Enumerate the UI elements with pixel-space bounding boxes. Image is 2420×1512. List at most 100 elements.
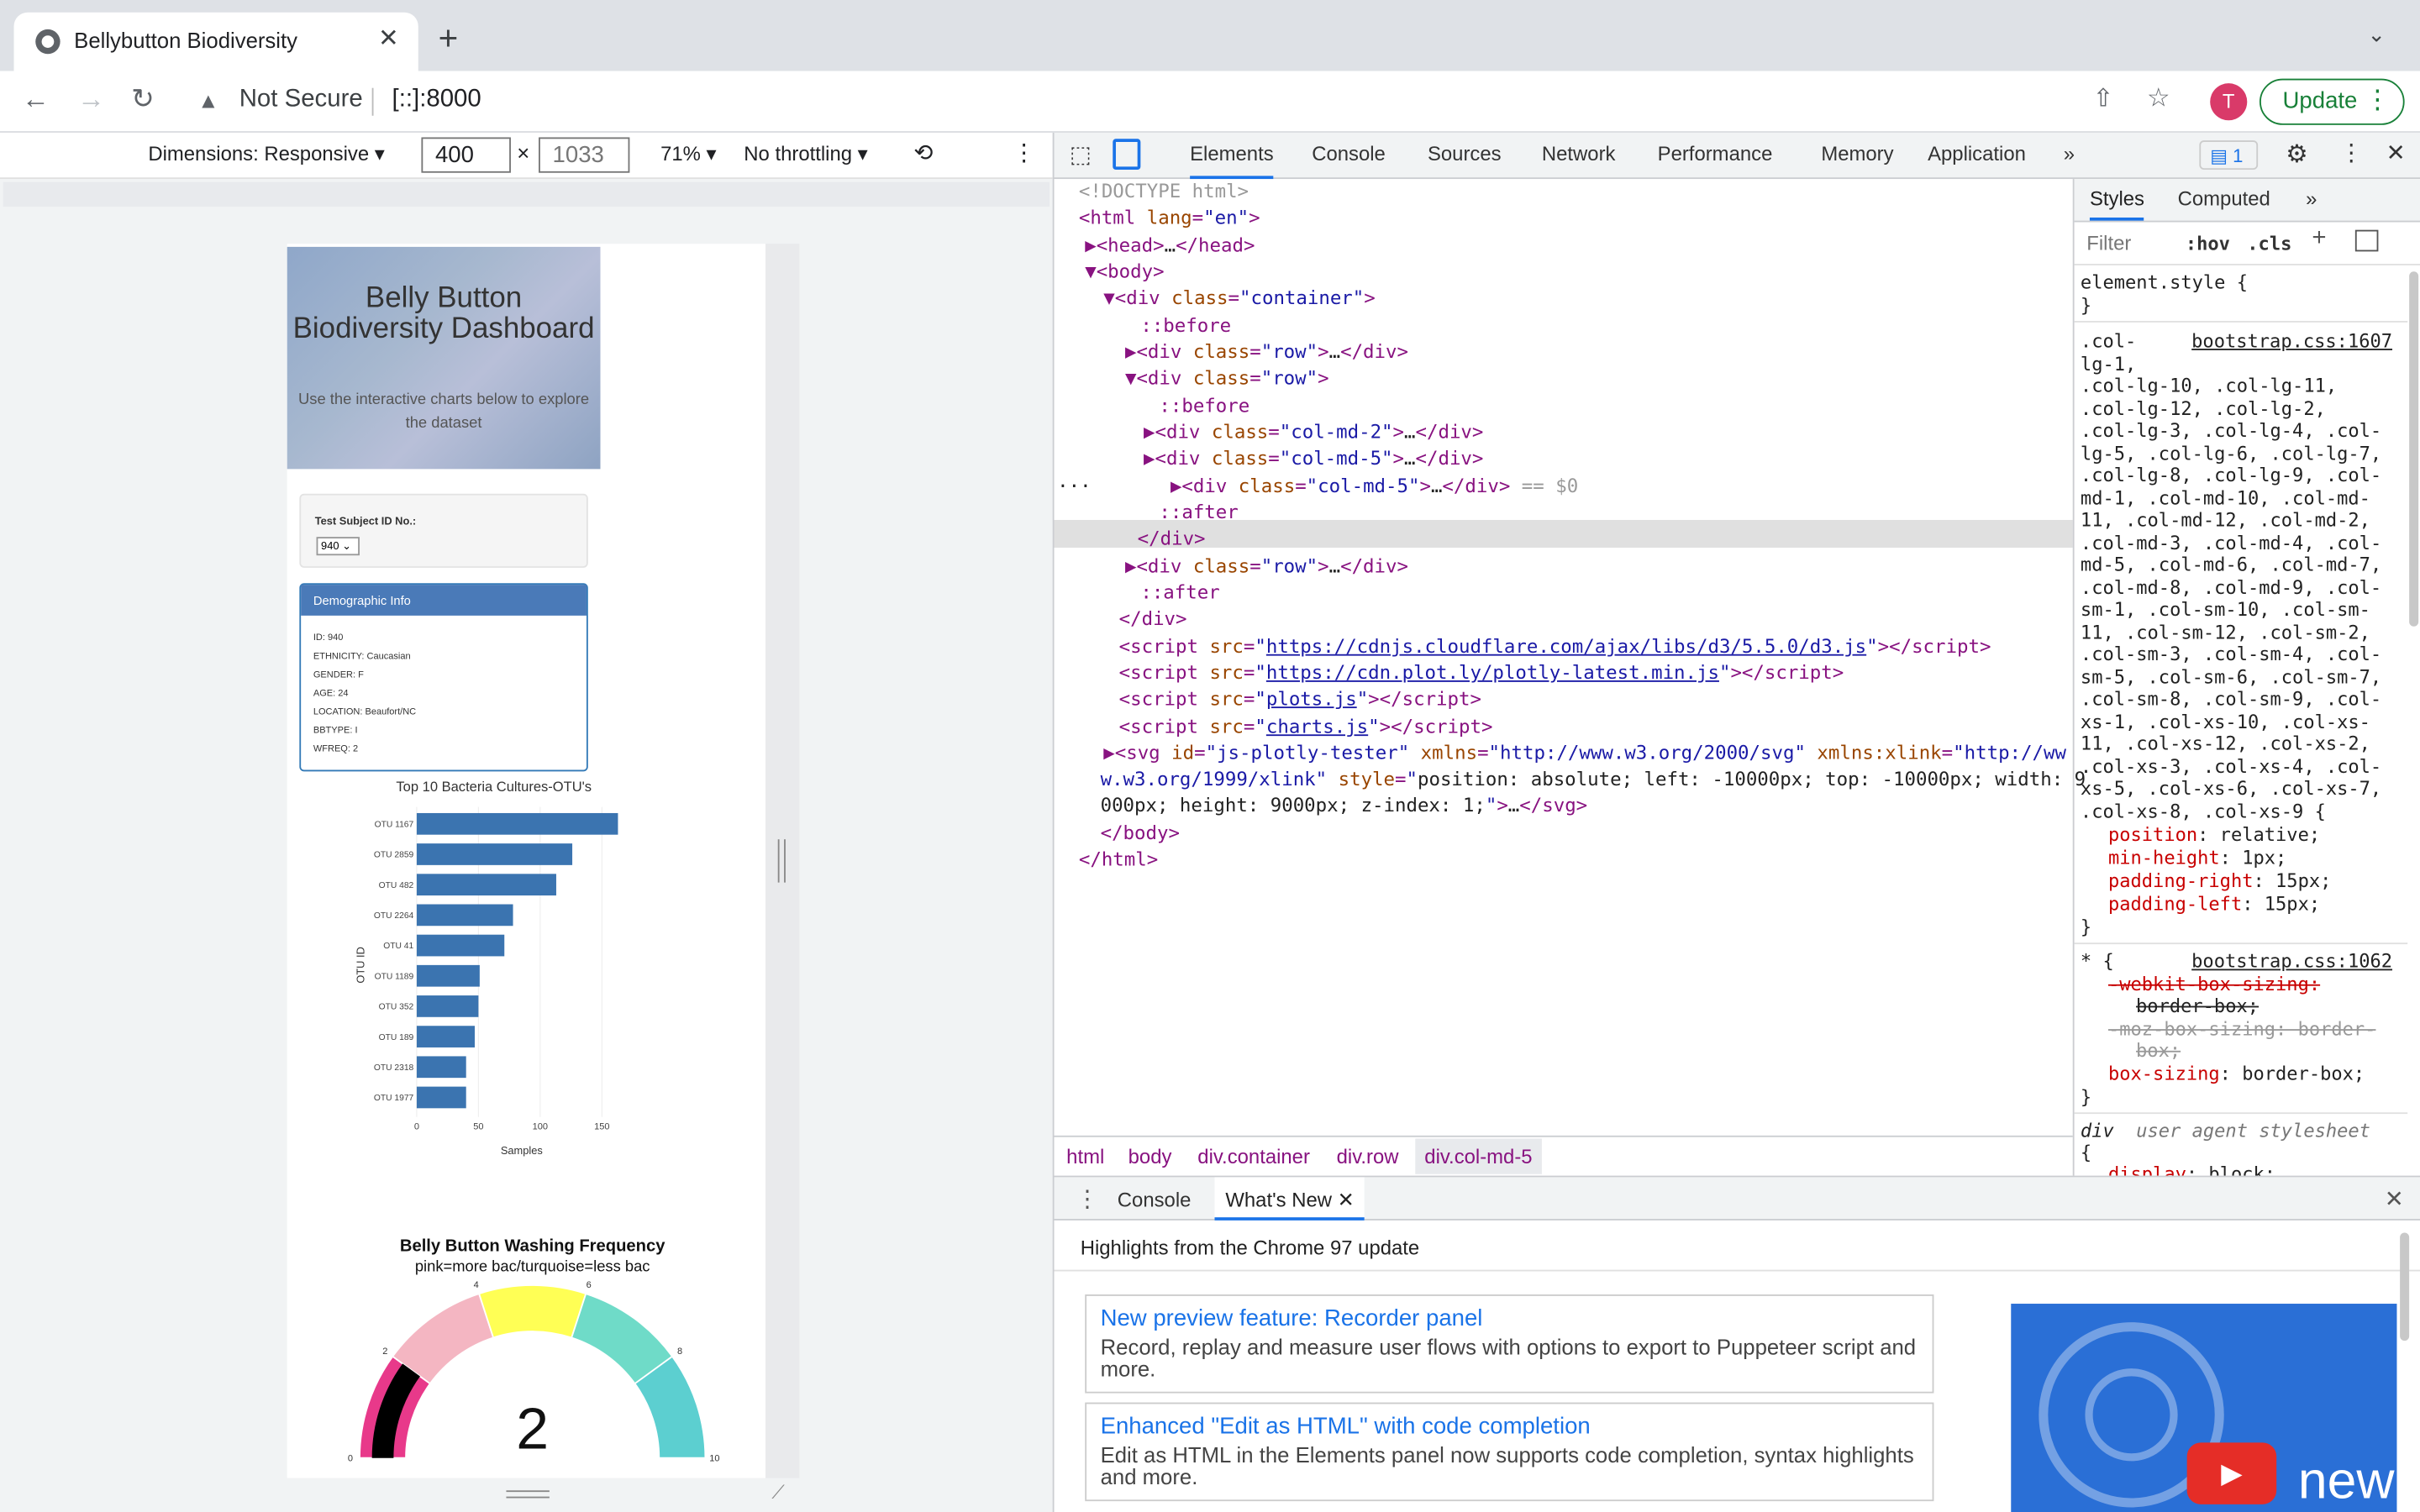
gauge-chart: Belly Button Washing Frequencypink=more … — [348, 1237, 720, 1464]
dom-line[interactable]: <script src="charts.js"></script> — [1119, 714, 1493, 741]
drawer-menu-icon[interactable]: ⋮ — [1076, 1185, 1099, 1212]
back-icon[interactable]: ← — [22, 83, 50, 116]
filter-input[interactable]: Filter — [2086, 232, 2131, 255]
dom-line[interactable]: w.w3.org/1999/xlink" style="position: ab… — [1101, 767, 2086, 794]
dom-line[interactable]: ::after — [1159, 500, 1238, 527]
device-toggle-icon[interactable] — [1113, 139, 1141, 171]
style-line: position: relative; — [2107, 823, 2321, 846]
tab-console[interactable]: Console — [1312, 142, 1386, 165]
drawer-tab-console[interactable]: Console — [1118, 1188, 1192, 1211]
card-title[interactable]: Enhanced "Edit as HTML" with code comple… — [1101, 1413, 1591, 1439]
tab-search-chevron-icon[interactable]: ⌄ — [2368, 22, 2386, 48]
drawer-tab-whats-new[interactable]: What's New ✕ — [1214, 1177, 1365, 1221]
feature-card[interactable]: Enhanced "Edit as HTML" with code comple… — [1085, 1402, 1934, 1502]
tab-application[interactable]: Application — [1928, 142, 2026, 165]
issues-badge[interactable]: ▤ 1 — [2199, 140, 2259, 171]
breadcrumb-item[interactable]: html — [1066, 1145, 1104, 1168]
style-rules[interactable]: element.style { } .col- bootstrap.css:16… — [2074, 269, 2408, 1176]
close-drawer-icon[interactable]: ✕ — [2385, 1185, 2404, 1212]
stylesheet-link[interactable]: bootstrap.css:1062 — [2191, 950, 2392, 973]
gear-icon[interactable]: ⚙ — [2286, 139, 2307, 170]
selector-well: Test Subject ID No.: 940 ⌄ — [299, 493, 588, 568]
devtools-menu-icon[interactable]: ⋮ — [2339, 139, 2363, 166]
update-button[interactable]: Update ⋮ — [2259, 78, 2405, 125]
dom-line[interactable]: ▼<div class="row"> — [1125, 365, 1329, 392]
address-bar[interactable]: [::]:8000 — [392, 87, 481, 114]
dom-line[interactable]: ::after — [1140, 580, 1219, 607]
tab-performance[interactable]: Performance — [1658, 142, 1773, 165]
dom-line[interactable]: ▶<div class="row">…</div> — [1125, 339, 1408, 366]
new-tab-button[interactable]: + — [439, 18, 459, 59]
media-query-ruler[interactable] — [3, 181, 1050, 207]
dom-line[interactable]: </div> — [1119, 606, 1187, 633]
play-icon[interactable]: ▶ — [2186, 1442, 2277, 1504]
dom-line[interactable]: <script src="https://cdnjs.cloudflare.co… — [1119, 634, 1991, 661]
breadcrumb-item[interactable]: div.container — [1197, 1145, 1310, 1168]
tab-memory[interactable]: Memory — [1821, 142, 1893, 165]
dom-line[interactable]: ::before — [1140, 313, 1231, 340]
dom-line[interactable]: <script src="https://cdn.plot.ly/plotly-… — [1119, 660, 1844, 687]
hov-button[interactable]: :hov — [2186, 233, 2230, 255]
style-line: display: block; — [2107, 1163, 2276, 1176]
dom-line[interactable]: ▶<svg id="js-plotly-tester" xmlns="http:… — [1103, 741, 2066, 768]
resize-handle-right[interactable] — [765, 244, 800, 1478]
dom-line[interactable]: ··· ▶<div class="col-md-5">…</div> == $0 — [1057, 474, 1578, 501]
star-icon[interactable]: ☆ — [2147, 83, 2170, 114]
scrollbar[interactable] — [2409, 271, 2419, 627]
avatar[interactable]: T — [2210, 83, 2248, 121]
more-options-icon[interactable]: ⋮ — [1013, 139, 1036, 166]
dom-line[interactable]: <!DOCTYPE html> — [1079, 179, 1249, 206]
toggle-sidebar-icon[interactable] — [2354, 229, 2379, 252]
forward-icon[interactable]: → — [77, 83, 105, 116]
dom-line[interactable]: <html lang="en"> — [1079, 205, 1260, 232]
dom-line[interactable]: ▶<head>…</head> — [1085, 233, 1255, 260]
breadcrumb-item-selected[interactable]: div.col-md-5 — [1415, 1138, 1542, 1174]
dom-line[interactable]: ▶<div class="row">…</div> — [1125, 554, 1408, 580]
resize-handle-bottom[interactable] — [506, 1490, 550, 1499]
dom-line[interactable]: <script src="plots.js"></script> — [1119, 686, 1481, 713]
video-thumbnail[interactable]: ▶ new — [2011, 1304, 2397, 1512]
inspect-icon[interactable]: ⬚ — [1070, 140, 1092, 168]
more-tabs-icon[interactable]: » — [2064, 142, 2075, 165]
feature-card[interactable]: New preview feature: Recorder panel Reco… — [1085, 1294, 1934, 1394]
dom-tree[interactable]: <!DOCTYPE html> <html lang="en"> ▶<head>… — [1054, 179, 2086, 1136]
throttling-dropdown[interactable]: No throttling ▾ — [744, 142, 867, 166]
share-icon[interactable]: ⇧ — [2093, 83, 2114, 114]
dom-line[interactable]: </div> — [1138, 526, 1206, 553]
more-tabs-icon[interactable]: » — [2306, 187, 2317, 211]
tab-computed[interactable]: Computed — [2178, 187, 2270, 211]
subject-id-select[interactable]: 940 ⌄ — [316, 537, 360, 556]
cls-button[interactable]: .cls — [2247, 233, 2291, 255]
reload-icon[interactable]: ↻ — [131, 83, 155, 116]
warning-icon[interactable]: ▲ — [197, 88, 218, 113]
zoom-dropdown[interactable]: 71% ▾ — [660, 142, 716, 166]
rotate-icon[interactable]: ⟲ — [913, 139, 933, 166]
close-icon[interactable]: ✕ — [1338, 1188, 1355, 1211]
breadcrumb-item[interactable]: body — [1128, 1145, 1172, 1168]
breadcrumb-item[interactable]: div.row — [1337, 1145, 1399, 1168]
resize-corner-icon[interactable]: ⟋ — [771, 1481, 784, 1504]
tab-elements[interactable]: Elements — [1190, 142, 1274, 180]
tab-network[interactable]: Network — [1542, 142, 1616, 165]
dom-line[interactable]: </body> — [1101, 821, 1180, 848]
stylesheet-link[interactable]: bootstrap.css:1607 — [2191, 330, 2392, 353]
dom-line[interactable]: ▼<div class="container"> — [1103, 286, 1375, 312]
dom-line[interactable]: ▶<div class="col-md-5">…</div> — [1144, 446, 1483, 473]
dimensions-dropdown[interactable]: Dimensions: Responsive ▾ — [148, 142, 384, 166]
card-title[interactable]: New preview feature: Recorder panel — [1101, 1305, 1483, 1331]
dom-line[interactable]: ▼<body> — [1085, 260, 1164, 286]
dom-line[interactable]: </html> — [1079, 847, 1158, 874]
tab-styles[interactable]: Styles — [2089, 187, 2144, 221]
dom-line[interactable]: ▶<div class="col-md-2">…</div> — [1144, 420, 1483, 447]
browser-tab[interactable]: Bellybutton Biodiversity ✕ — [13, 12, 418, 71]
dom-line[interactable]: ::before — [1159, 393, 1249, 420]
close-tab-icon[interactable]: ✕ — [378, 24, 399, 55]
dom-line[interactable]: 000px; height: 9000px; z-index: 1;">…</s… — [1101, 793, 1588, 820]
scrollbar[interactable] — [2400, 1232, 2410, 1341]
security-indicator[interactable]: Not Secure — [239, 87, 363, 114]
tab-sources[interactable]: Sources — [1428, 142, 1502, 165]
width-input[interactable]: 400 — [421, 137, 511, 173]
add-rule-icon[interactable]: + — [2312, 227, 2326, 251]
close-icon[interactable]: ✕ — [2386, 139, 2406, 166]
height-input[interactable]: 1033 — [539, 137, 630, 173]
